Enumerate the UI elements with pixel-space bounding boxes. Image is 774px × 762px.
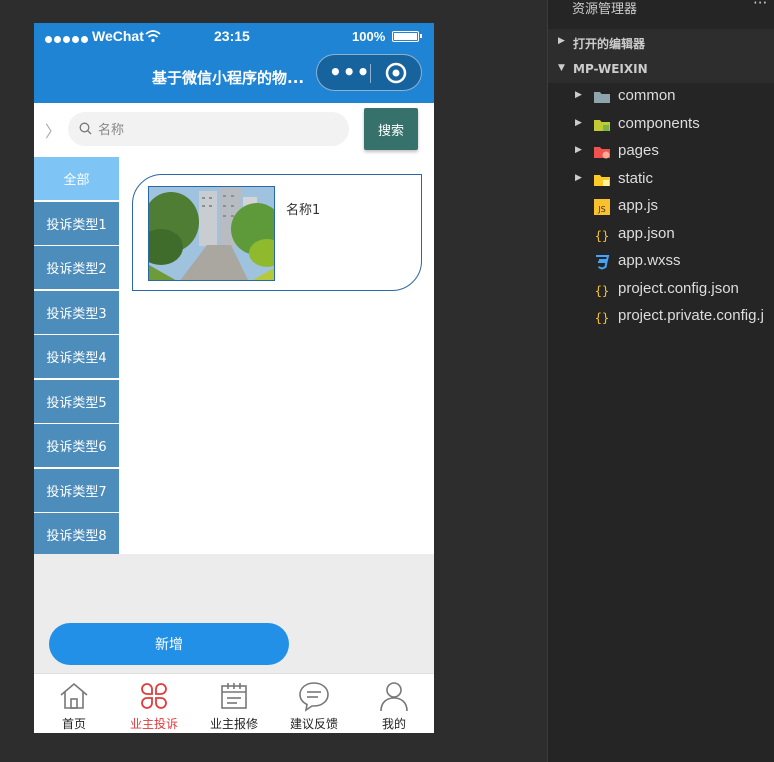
- clock: 23:15: [214, 28, 250, 44]
- svg-text:JS: JS: [597, 205, 605, 214]
- search-box: [68, 112, 349, 146]
- status-bar: WeChat 23:15 100%: [34, 23, 434, 52]
- chevron-right-icon: ▶: [558, 36, 565, 46]
- complaint-icon: [141, 683, 167, 709]
- pages-folder-icon: [594, 147, 610, 159]
- search-input[interactable]: [96, 118, 340, 142]
- chevron-down-icon: ▼: [558, 63, 565, 73]
- tab-home[interactable]: 首页: [34, 674, 114, 733]
- tree-file-project-private-config[interactable]: {} project.private.config.j: [548, 304, 774, 330]
- json-file-icon: {}: [595, 284, 609, 298]
- more-menu-icon[interactable]: •••: [329, 60, 370, 84]
- tab-feedback[interactable]: 建议反馈: [274, 674, 354, 733]
- signal-dots-icon: [45, 31, 90, 47]
- tab-complaint[interactable]: 业主投诉: [114, 674, 194, 733]
- section-label: 打开的编辑器: [573, 37, 646, 51]
- chevron-right-icon: ▶: [575, 145, 582, 155]
- user-icon: [380, 682, 408, 712]
- svg-text:{}: {}: [595, 229, 609, 243]
- tab-bar: 首页 业主投诉 业主报修 建议反馈 我的: [34, 673, 434, 733]
- tree-file-app-wxss[interactable]: app.wxss: [548, 249, 774, 275]
- tree-item-label: common: [618, 87, 676, 104]
- search-icon: [79, 122, 92, 135]
- tree-folder-pages[interactable]: ▶ pages: [548, 139, 774, 165]
- tab-label: 业主报修: [209, 717, 258, 731]
- tab-label: 业主投诉: [129, 717, 178, 731]
- css-file-icon: [596, 255, 610, 270]
- page-title: 基于微信小程序的物...: [152, 69, 305, 87]
- repair-icon: [221, 683, 247, 709]
- svg-text:{}: {}: [595, 284, 609, 298]
- tab-label: 我的: [381, 717, 406, 731]
- tree-folder-static[interactable]: ▶ static: [548, 167, 774, 193]
- tree-file-project-config[interactable]: {} project.config.json: [548, 277, 774, 303]
- category-item[interactable]: 投诉类型1: [34, 201, 119, 245]
- tree-item-label: pages: [618, 142, 659, 159]
- tree-item-label: project.config.json: [618, 280, 739, 297]
- section-label: MP-WEIXIN: [573, 62, 648, 76]
- tree-item-label: app.wxss: [618, 252, 681, 269]
- simulator-area: WeChat 23:15 100% 基于微信小程序的物... ••• 〉 名称 …: [0, 0, 547, 762]
- category-item[interactable]: 投诉类型8: [34, 513, 119, 556]
- close-miniprogram-icon[interactable]: [385, 62, 407, 84]
- tree-item-label: static: [618, 170, 654, 187]
- tab-repair[interactable]: 业主报修: [194, 674, 274, 733]
- tree-item-label: app.json: [618, 225, 675, 242]
- home-icon: [60, 682, 88, 709]
- svg-text:{}: {}: [595, 311, 609, 325]
- explorer-title: 资源管理器: [572, 2, 638, 17]
- chevron-right-icon: ▶: [575, 173, 582, 183]
- open-editors-section[interactable]: ▶ 打开的编辑器: [548, 29, 774, 56]
- js-file-icon: JS: [594, 199, 610, 215]
- content-list: 名称1: [119, 157, 434, 554]
- tab-label: 首页: [61, 717, 86, 731]
- capsule-divider: [370, 64, 371, 83]
- category-item[interactable]: 投诉类型2: [34, 246, 119, 289]
- json-file-icon: {}: [595, 229, 609, 243]
- category-list: 全部 投诉类型1 投诉类型2 投诉类型3 投诉类型4 投诉类型5 投诉类型6 投…: [34, 157, 119, 558]
- carrier-label: WeChat: [92, 28, 144, 44]
- search-row: 〉 搜索: [34, 103, 434, 157]
- category-item[interactable]: 投诉类型7: [34, 468, 119, 512]
- item-name: 名称1: [286, 203, 321, 218]
- list-item-card[interactable]: 名称1: [132, 174, 422, 291]
- item-thumbnail: [148, 186, 275, 281]
- tree-item-label: project.private.config.j: [618, 307, 764, 324]
- tree-folder-components[interactable]: ▶ components: [548, 112, 774, 138]
- category-item[interactable]: 投诉类型5: [34, 379, 119, 423]
- nav-bar: 基于微信小程序的物... •••: [34, 52, 434, 103]
- feedback-icon: [299, 682, 329, 712]
- category-item[interactable]: 投诉类型6: [34, 424, 119, 467]
- tree-item-label: app.js: [618, 197, 659, 214]
- tree-file-app-json[interactable]: {} app.json: [548, 222, 774, 248]
- chevron-right-icon[interactable]: 〉: [45, 118, 61, 142]
- more-actions-icon[interactable]: ···: [753, 0, 767, 12]
- category-item-all[interactable]: 全部: [34, 157, 119, 200]
- tree-folder-common[interactable]: ▶ common: [548, 84, 774, 110]
- phone-screen: WeChat 23:15 100% 基于微信小程序的物... ••• 〉 名称 …: [34, 23, 434, 733]
- folder-icon: [594, 92, 610, 103]
- wifi-icon: [145, 30, 161, 43]
- category-item[interactable]: 投诉类型4: [34, 335, 119, 378]
- chevron-right-icon: ▶: [575, 90, 582, 100]
- project-section[interactable]: ▼ MP-WEIXIN: [548, 56, 774, 83]
- components-folder-icon: [594, 120, 610, 131]
- tree-file-app-js[interactable]: JS app.js: [548, 194, 774, 220]
- category-item[interactable]: 投诉类型3: [34, 290, 119, 334]
- tab-profile[interactable]: 我的: [354, 674, 434, 733]
- tab-label: 建议反馈: [289, 717, 338, 731]
- tree-item-label: components: [618, 115, 700, 132]
- add-button[interactable]: 新增: [49, 623, 289, 665]
- file-explorer: 资源管理器 ··· ▶ 打开的编辑器 ▼ MP-WEIXIN ▶ common …: [547, 0, 774, 762]
- static-folder-icon: [594, 175, 610, 186]
- menu-capsule: •••: [316, 54, 422, 91]
- json-file-icon: {}: [595, 311, 609, 325]
- battery-percent: 100%: [352, 29, 386, 44]
- battery-icon: [392, 31, 422, 42]
- chevron-right-icon: ▶: [575, 118, 582, 128]
- search-button[interactable]: 搜索: [364, 108, 418, 150]
